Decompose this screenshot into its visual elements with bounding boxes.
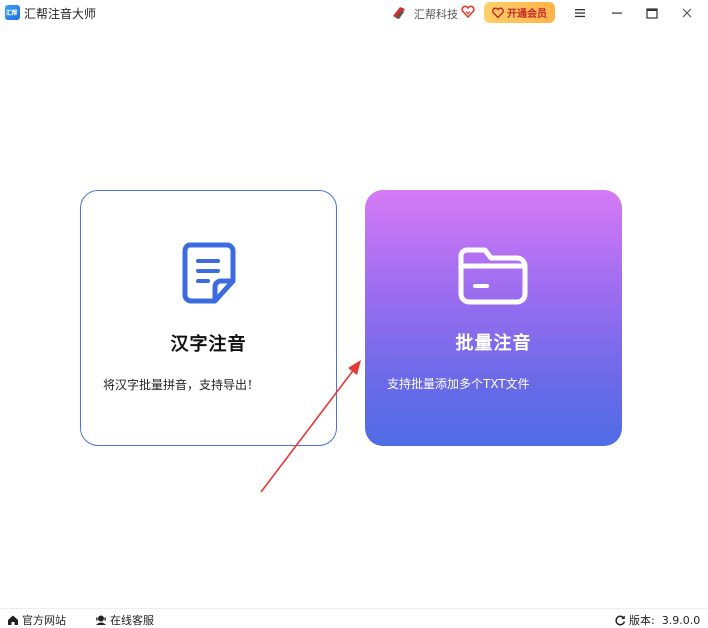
online-service-label: 在线客服 [110,614,154,627]
online-service-link[interactable]: 在线客服 [95,612,154,628]
version-label: 版本: [629,614,655,627]
app-title: 汇帮注音大师 [24,7,97,21]
brand-name: 汇帮科技 [414,8,458,21]
maximize-button[interactable] [643,4,661,22]
close-button[interactable] [678,4,696,22]
title-bar: 汇帮 汇帮注音大师 汇帮科技 开通会员 [0,0,708,26]
maximize-icon [646,7,658,19]
close-icon [682,8,692,18]
vip-label: 开通会员 [507,9,547,20]
refresh-icon[interactable] [614,614,626,626]
app-logo-text: 汇帮 [6,10,18,17]
hanzi-card-title: 汉字注音 [170,334,247,355]
batch-card-title: 批量注音 [455,333,532,354]
annotation-arrow [260,360,361,493]
vip-heart-icon [492,7,504,19]
version-value: 3.9.0.0 [661,613,701,627]
hanzi-card-desc: 将汉字批量拼音，支持导出！ [103,378,260,392]
hamburger-icon [575,9,585,18]
batch-annotation-card[interactable]: 批量注音 支持批量添加多个TXT文件 [365,190,622,446]
folder-icon [458,247,528,305]
home-icon [8,615,18,625]
batch-card-desc: 支持批量添加多个TXT文件 [387,377,530,391]
document-icon [182,242,236,304]
vip-button[interactable]: 开通会员 [484,2,555,23]
minimize-button[interactable] [608,4,626,22]
heart-icon[interactable] [461,5,475,19]
app-logo-icon: 汇帮 [5,5,20,20]
minimize-icon [612,12,622,14]
official-site-label: 官方网站 [22,614,66,627]
version-info: 版本: 3.9.0.0 [614,612,700,628]
menu-button[interactable] [571,4,589,22]
status-bar: 官方网站 在线客服 版本: 3.9.0.0 [0,608,708,628]
official-site-link[interactable]: 官方网站 [7,612,66,628]
headset-icon [96,615,106,625]
brand-logo-icon [393,7,405,19]
